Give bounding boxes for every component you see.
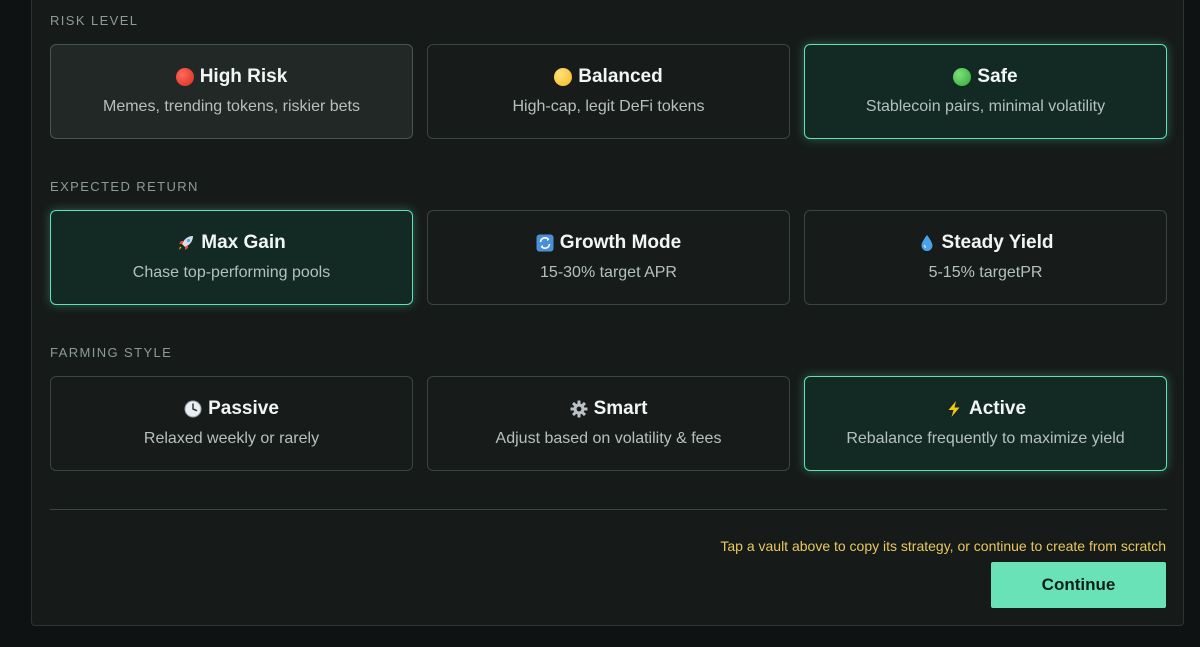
option-high-risk[interactable]: High Risk Memes, trending tokens, riskie… — [50, 44, 413, 139]
section-label-farming-style: FARMING STYLE — [50, 345, 173, 360]
option-title: Smart — [593, 398, 648, 419]
lightning-icon — [948, 401, 960, 417]
expected-return-options: Max Gain Chase top-performing pools Grow… — [50, 210, 1167, 306]
option-title: Safe — [977, 66, 1018, 87]
option-title: Balanced — [578, 66, 663, 87]
option-safe[interactable]: Safe Stablecoin pairs, minimal volatilit… — [804, 44, 1167, 139]
option-subtitle: Rebalance frequently to maximize yield — [846, 430, 1125, 447]
option-smart[interactable]: Smart Adjust based on volatility & fees — [427, 376, 790, 471]
option-steady-yield[interactable]: Steady Yield 5-15% targetPR — [804, 210, 1167, 305]
option-active[interactable]: Active Rebalance frequently to maximize … — [804, 376, 1167, 471]
option-subtitle: Stablecoin pairs, minimal volatility — [865, 98, 1106, 115]
option-subtitle: 15-30% target APR — [540, 264, 677, 281]
rocket-icon — [179, 236, 194, 250]
farming-style-options: Passive Relaxed weekly or rarely Smart A… — [50, 376, 1167, 472]
option-max-gain[interactable]: Max Gain Chase top-performing pools — [50, 210, 413, 305]
option-subtitle: Adjust based on volatility & fees — [495, 430, 722, 447]
option-subtitle: 5-15% targetPR — [928, 264, 1043, 281]
risk-level-options: High Risk Memes, trending tokens, riskie… — [50, 44, 1167, 140]
footer-divider — [50, 509, 1167, 510]
option-title: Max Gain — [201, 232, 286, 253]
option-subtitle: Relaxed weekly or rarely — [143, 430, 320, 447]
droplet-icon — [921, 235, 933, 251]
option-passive[interactable]: Passive Relaxed weekly or rarely — [50, 376, 413, 471]
section-label-risk-level: RISK LEVEL — [50, 13, 139, 28]
option-title: Growth Mode — [559, 232, 682, 253]
option-growth-mode[interactable]: Growth Mode 15-30% target APR — [427, 210, 790, 305]
clock-icon — [184, 400, 202, 418]
gear-icon — [570, 400, 588, 418]
green-circle-icon — [953, 68, 972, 86]
option-title: Steady Yield — [941, 232, 1054, 253]
yellow-circle-icon — [554, 68, 573, 86]
option-title: Passive — [208, 398, 279, 419]
continue-button[interactable]: Continue — [991, 562, 1166, 608]
refresh-icon — [536, 234, 554, 252]
option-subtitle: High-cap, legit DeFi tokens — [512, 98, 705, 115]
option-subtitle: Memes, trending tokens, riskier bets — [103, 98, 360, 115]
option-title: Active — [968, 398, 1027, 419]
section-label-expected-return: EXPECTED RETURN — [50, 179, 199, 194]
option-balanced[interactable]: Balanced High-cap, legit DeFi tokens — [427, 44, 790, 139]
footer-hint: Tap a vault above to copy its strategy, … — [720, 538, 1166, 554]
option-title: High Risk — [199, 66, 288, 87]
option-subtitle: Chase top-performing pools — [132, 264, 331, 281]
red-circle-icon — [175, 68, 194, 86]
